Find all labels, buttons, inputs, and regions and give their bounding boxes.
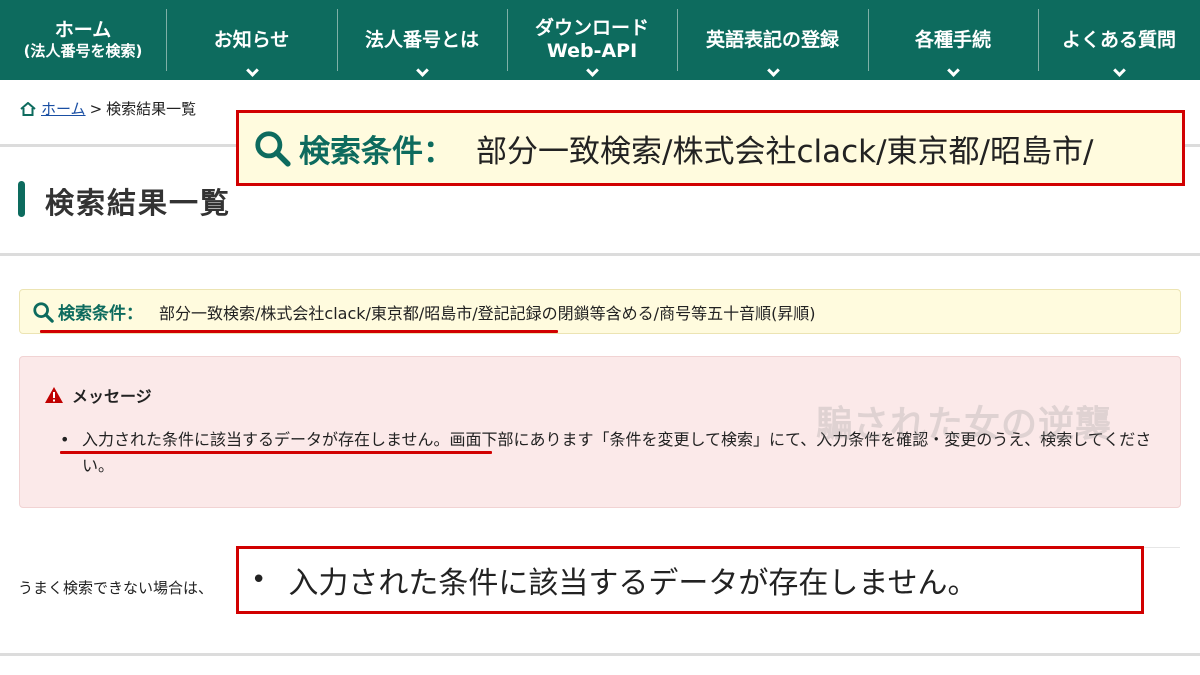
- nav-download-label-group: ダウンロード Web-API: [535, 17, 649, 63]
- zoom-condition-text: 部分一致検索/株式会社clack/東京都/昭島市/: [476, 133, 1094, 170]
- nav-faq-label: よくある質問: [1061, 28, 1176, 51]
- nav-download-label: ダウンロード: [534, 17, 649, 39]
- chevron-down-icon: [245, 64, 259, 77]
- search-condition-label: 検索条件：: [58, 304, 143, 324]
- home-icon: [20, 101, 36, 116]
- page-title: 検索結果一覧: [45, 186, 232, 220]
- nav-faq[interactable]: よくある質問: [1038, 0, 1200, 80]
- nav-english-label: 英語表記の登録: [705, 28, 839, 51]
- breadcrumb-separator: >: [89, 99, 103, 118]
- nav-home-label: ホーム: [54, 19, 112, 41]
- nav-news[interactable]: お知らせ: [166, 0, 337, 80]
- message-title-text: メッセージ: [72, 387, 152, 406]
- chevron-down-icon: [586, 64, 599, 77]
- nav-procedures[interactable]: 各種手続: [868, 0, 1038, 80]
- search-icon: [255, 131, 291, 167]
- zoom-message-bullet: •: [251, 565, 267, 595]
- watermark: 騙された女の逆襲: [816, 404, 1113, 445]
- warning-icon: [45, 387, 63, 403]
- nav-english-registration[interactable]: 英語表記の登録: [677, 0, 868, 80]
- annotation-underline: [40, 330, 558, 333]
- nav-news-label: お知らせ: [213, 28, 290, 51]
- search-condition-box: 検索条件： 部分一致検索/株式会社clack/東京都/昭島市/登記記録の閉鎖等含…: [19, 289, 1181, 334]
- nav-about-corporate-number[interactable]: 法人番号とは: [337, 0, 507, 80]
- top-navigation: ホーム (法人番号を検索) お知らせ 法人番号とは ダウンロード Web-API…: [0, 0, 1200, 80]
- divider: [0, 653, 1200, 656]
- nav-download-webapi[interactable]: ダウンロード Web-API: [507, 0, 677, 80]
- nav-home-sublabel: (法人番号を検索): [23, 42, 143, 60]
- zoom-callout-search-condition: 検索条件： 部分一致検索/株式会社clack/東京都/昭島市/: [236, 110, 1185, 186]
- message-title: メッセージ: [44, 383, 152, 407]
- nav-home[interactable]: ホーム (法人番号を検索): [0, 0, 166, 80]
- nav-about-label: 法人番号とは: [364, 28, 479, 51]
- search-condition-text: 部分一致検索/株式会社clack/東京都/昭島市/登記記録の閉鎖等含める/商号等…: [159, 303, 816, 323]
- chevron-down-icon: [947, 64, 960, 77]
- breadcrumb: ホーム > 検索結果一覧: [20, 98, 196, 119]
- chevron-down-icon: [416, 64, 429, 77]
- search-icon: [33, 301, 54, 323]
- breadcrumb-home-link[interactable]: ホーム: [41, 98, 86, 119]
- annotation-underline: [60, 451, 492, 454]
- nav-procedures-label: 各種手続: [914, 28, 991, 51]
- breadcrumb-current: 検索結果一覧: [106, 100, 197, 118]
- zoom-message-text: 入力された条件に該当するデータが存在しません。: [288, 566, 978, 601]
- page-title-accent: [18, 181, 25, 217]
- search-help-text: うまく検索できない場合は、: [18, 579, 214, 597]
- zoom-condition-label: 検索条件：: [299, 133, 454, 170]
- chevron-down-icon: [766, 64, 780, 77]
- divider: [0, 253, 1200, 256]
- zoom-callout-message: • 入力された条件に該当するデータが存在しません。: [236, 546, 1144, 614]
- message-box: メッセージ 入力された条件に該当するデータが存在しません。画面下部にあります「条…: [19, 356, 1181, 508]
- nav-webapi-label: Web-API: [546, 40, 638, 62]
- chevron-down-icon: [1113, 64, 1126, 77]
